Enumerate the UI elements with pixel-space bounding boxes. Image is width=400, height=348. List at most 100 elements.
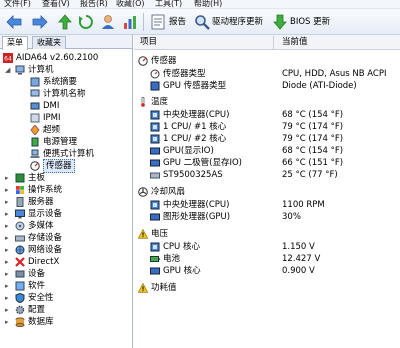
table-row[interactable]: 图形处理器(GPU) 30% bbox=[134, 211, 400, 223]
security-icon bbox=[15, 293, 25, 303]
expand-icon[interactable]: ▸ bbox=[5, 304, 9, 316]
sensor-icon bbox=[138, 56, 148, 66]
up-arrow-icon bbox=[58, 14, 72, 30]
tree-item-software[interactable]: 软件 bbox=[15, 280, 45, 292]
tree-item-dmi[interactable]: DMI bbox=[30, 100, 59, 112]
tree-item-sensor[interactable]: 传感器 bbox=[30, 159, 75, 173]
expand-icon[interactable]: ▸ bbox=[5, 196, 9, 208]
menu-report[interactable]: 报告(R) bbox=[80, 0, 108, 8]
tree-item-power-management[interactable]: 电源管理 bbox=[30, 136, 77, 148]
tree-item-devices[interactable]: 设备 bbox=[15, 268, 45, 280]
section-row[interactable]: 冷却风扇 bbox=[134, 186, 400, 198]
expand-icon[interactable]: ▸ bbox=[5, 292, 9, 304]
user-icon bbox=[102, 15, 114, 29]
tree-item-network[interactable]: 网络设备 bbox=[15, 244, 62, 256]
expand-icon[interactable]: ▸ bbox=[5, 244, 9, 256]
expand-icon[interactable]: ▸ bbox=[5, 208, 9, 220]
sensor-icon bbox=[30, 161, 40, 171]
expand-icon[interactable]: ▸ bbox=[5, 184, 9, 196]
bios-update-button[interactable]: BIOS 更新 bbox=[290, 16, 330, 28]
expand-icon[interactable]: ▸ bbox=[5, 172, 9, 184]
driver-update-icon-button[interactable] bbox=[192, 12, 212, 32]
bios-update-icon-button[interactable] bbox=[270, 12, 290, 32]
expand-icon[interactable]: ▸ bbox=[5, 316, 9, 328]
details-pane: 项目 当前值 传感器 传感器类型 CPU, HDD, Asus NB ACPI … bbox=[134, 35, 400, 348]
collapse-icon[interactable]: ◢ bbox=[5, 64, 10, 76]
expand-icon[interactable]: ▸ bbox=[5, 256, 9, 268]
tree-item-directx[interactable]: DirectX bbox=[15, 256, 59, 268]
back-button[interactable] bbox=[4, 12, 24, 32]
section-row[interactable]: 电压 bbox=[134, 228, 400, 240]
tree-item-database[interactable]: 数据库 bbox=[15, 316, 54, 328]
report-button[interactable]: 报告 bbox=[169, 16, 186, 28]
expand-icon[interactable]: ▸ bbox=[5, 268, 9, 280]
section-row[interactable]: 功耗值 bbox=[134, 282, 400, 294]
table-row[interactable]: 1 CPU/ #2 核心 79 °C (174 °F) bbox=[134, 133, 400, 145]
tree-item-computer-name[interactable]: 计算机名称 bbox=[30, 88, 86, 100]
navigation-pane: 菜单 收藏夹 64 AIDA64 v2.60.2100 ◢ 计算机 系统摘要 计… bbox=[0, 35, 133, 348]
expand-icon[interactable]: ▸ bbox=[5, 220, 9, 232]
gpu-diode-icon bbox=[150, 159, 160, 167]
gpu-icon bbox=[150, 267, 160, 275]
menu-tools[interactable]: 工具(T) bbox=[155, 0, 182, 8]
tree-item-server[interactable]: 服务器 bbox=[15, 196, 54, 208]
column-divider[interactable] bbox=[273, 36, 274, 49]
forward-button[interactable] bbox=[30, 12, 50, 32]
table-row[interactable]: GPU 二极管(显存IO) 66 °C (151 °F) bbox=[134, 157, 400, 169]
tree-item-display[interactable]: 显示设备 bbox=[15, 208, 62, 220]
dmi-icon bbox=[30, 102, 40, 110]
report-icon bbox=[151, 14, 165, 30]
column-header-value[interactable]: 当前值 bbox=[282, 37, 308, 48]
tree-item-operating-system[interactable]: 操作系统 bbox=[15, 184, 62, 196]
tree-item-overclock[interactable]: 超频 bbox=[30, 124, 60, 136]
table-row[interactable]: CPU 核心 1.150 V bbox=[134, 241, 400, 253]
table-row[interactable]: ST9500325AS 25 °C (77 °F) bbox=[134, 169, 400, 181]
menu-view[interactable]: 查看(V) bbox=[42, 0, 70, 8]
software-icon bbox=[15, 281, 25, 291]
toolbar: 报告 驱动程序更新 BIOS 更新 bbox=[0, 9, 400, 35]
chart-button[interactable] bbox=[120, 12, 140, 32]
section-row[interactable]: 传感器 bbox=[134, 55, 400, 67]
refresh-button[interactable] bbox=[76, 12, 96, 32]
menu-help[interactable]: 帮助(H) bbox=[194, 0, 222, 8]
tree-item-computer[interactable]: 计算机 bbox=[15, 64, 54, 76]
tree-item-multimedia[interactable]: 多媒体 bbox=[15, 220, 54, 232]
tree-item-aida64[interactable]: 64 AIDA64 v2.60.2100 bbox=[3, 52, 98, 64]
menu-file[interactable]: 文件(F) bbox=[4, 0, 31, 8]
tree-item-storage[interactable]: 存储设备 bbox=[15, 232, 62, 244]
left-tabs: 菜单 收藏夹 bbox=[0, 35, 132, 50]
gpu-icon bbox=[150, 147, 160, 155]
gpu-icon bbox=[150, 213, 160, 221]
tree-item-motherboard[interactable]: 主板 bbox=[15, 172, 45, 184]
table-row[interactable]: 电池 12.427 V bbox=[134, 253, 400, 265]
tree-item-config[interactable]: 配置 bbox=[15, 304, 45, 316]
column-header-item[interactable]: 项目 bbox=[140, 37, 157, 48]
tab-favorites[interactable]: 收藏夹 bbox=[32, 36, 66, 49]
table-row[interactable]: 中央处理器(CPU) 68 °C (154 °F) bbox=[134, 109, 400, 121]
hdd-icon bbox=[150, 172, 160, 179]
cpu-icon bbox=[150, 200, 160, 210]
menu-bar: 文件(F) 查看(V) 报告(R) 收藏(O) 工具(T) 帮助(H) bbox=[0, 0, 400, 9]
table-row[interactable]: GPU 核心 0.900 V bbox=[134, 265, 400, 277]
temperature-icon bbox=[141, 97, 145, 107]
cpu-core-icon bbox=[150, 134, 160, 144]
table-row[interactable]: GPU(显示IO) 68 °C (154 °F) bbox=[134, 145, 400, 157]
tree-item-ipmi[interactable]: IPMI bbox=[30, 112, 60, 124]
expand-icon[interactable]: ▸ bbox=[5, 280, 9, 292]
menu-favorites[interactable]: 收藏(O) bbox=[116, 0, 145, 8]
table-row[interactable]: 1 CPU/ #1 核心 79 °C (174 °F) bbox=[134, 121, 400, 133]
aida64-logo-icon: 64 bbox=[3, 53, 13, 63]
user-button[interactable] bbox=[98, 12, 118, 32]
up-button[interactable] bbox=[55, 12, 75, 32]
expand-icon[interactable]: ▸ bbox=[5, 232, 9, 244]
report-icon-button[interactable] bbox=[148, 12, 168, 32]
table-row[interactable]: GPU 传感器类型 Diode (ATI-Diode) bbox=[134, 80, 400, 92]
tab-menu[interactable]: 菜单 bbox=[2, 36, 28, 50]
tree-item-system-summary[interactable]: 系统摘要 bbox=[30, 76, 77, 88]
table-row[interactable]: 传感器类型 CPU, HDD, Asus NB ACPI bbox=[134, 68, 400, 80]
section-row[interactable]: 温度 bbox=[134, 96, 400, 108]
driver-update-button[interactable]: 驱动程序更新 bbox=[212, 16, 263, 28]
cpu-icon bbox=[150, 110, 160, 120]
tree-item-security[interactable]: 安全性 bbox=[15, 292, 54, 304]
table-row[interactable]: 中央处理器(CPU) 1100 RPM bbox=[134, 199, 400, 211]
